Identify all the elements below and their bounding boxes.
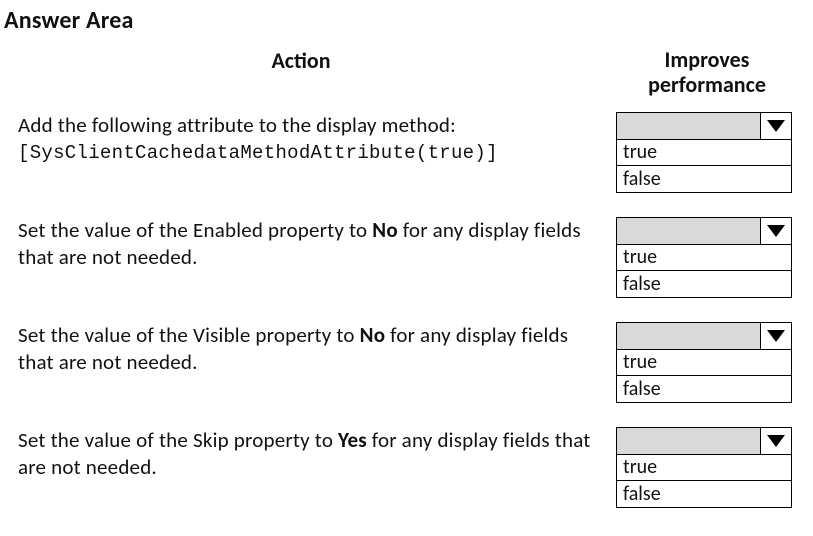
dropdown-list: true false xyxy=(616,140,792,193)
improve-cell: true false xyxy=(616,112,798,193)
action-text: Set the value of the Skip property to Ye… xyxy=(18,427,591,481)
dropdown-option[interactable]: false xyxy=(617,166,791,192)
dropdown-selected[interactable] xyxy=(616,322,792,350)
dropdown-option[interactable]: true xyxy=(617,140,791,166)
chevron-down-icon[interactable] xyxy=(761,113,791,139)
action-header: Action xyxy=(4,47,598,74)
dropdown-selected[interactable] xyxy=(616,427,792,455)
qa-row: Set the value of the Enabled property to… xyxy=(4,217,801,298)
qa-row: Set the value of the Skip property to Ye… xyxy=(4,427,801,508)
improve-cell: true false xyxy=(616,427,798,508)
action-header-col: Action xyxy=(4,43,616,104)
action-code: [SysClientCachedataMethodAttribute(true)… xyxy=(18,141,592,166)
dropdown-option[interactable]: false xyxy=(617,481,791,507)
chevron-down-icon[interactable] xyxy=(761,218,791,244)
dropdown-option[interactable]: true xyxy=(617,350,791,376)
action-cell: Set the value of the Visible property to… xyxy=(4,322,616,377)
dropdown-value xyxy=(617,218,761,244)
action-text: Set the value of the Visible property to… xyxy=(18,322,568,376)
dropdown-list: true false xyxy=(616,455,792,508)
answer-area: Answer Area Action Improves performance … xyxy=(0,0,813,526)
qa-row: Set the value of the Visible property to… xyxy=(4,322,801,403)
dropdown-option[interactable]: true xyxy=(617,245,791,271)
action-cell: Add the following attribute to the displ… xyxy=(4,112,616,167)
dropdown-selected[interactable] xyxy=(616,217,792,245)
improves-header: Improves performance xyxy=(616,47,798,98)
improve-cell: true false xyxy=(616,217,798,298)
dropdown-group: true false xyxy=(616,322,792,403)
dropdown-value xyxy=(617,113,761,139)
improve-cell: true false xyxy=(616,322,798,403)
dropdown-selected[interactable] xyxy=(616,112,792,140)
dropdown-option[interactable]: false xyxy=(617,271,791,297)
dropdown-option[interactable]: true xyxy=(617,455,791,481)
action-text: Add the following attribute to the displ… xyxy=(18,112,592,140)
dropdown-value xyxy=(617,428,761,454)
action-text: Set the value of the Enabled property to… xyxy=(18,217,581,271)
dropdown-group: true false xyxy=(616,427,792,508)
page-title: Answer Area xyxy=(4,6,801,35)
dropdown-option[interactable]: false xyxy=(617,376,791,402)
action-cell: Set the value of the Skip property to Ye… xyxy=(4,427,616,482)
action-cell: Set the value of the Enabled property to… xyxy=(4,217,616,272)
header-row: Action Improves performance xyxy=(4,43,801,112)
dropdown-group: true false xyxy=(616,112,792,193)
dropdown-list: true false xyxy=(616,245,792,298)
dropdown-group: true false xyxy=(616,217,792,298)
chevron-down-icon[interactable] xyxy=(761,428,791,454)
qa-row: Add the following attribute to the displ… xyxy=(4,112,801,193)
improves-header-line1: Improves xyxy=(665,46,750,73)
dropdown-value xyxy=(617,323,761,349)
improves-header-line2: performance xyxy=(648,71,766,98)
dropdown-list: true false xyxy=(616,350,792,403)
improves-header-col: Improves performance xyxy=(616,43,798,112)
chevron-down-icon[interactable] xyxy=(761,323,791,349)
